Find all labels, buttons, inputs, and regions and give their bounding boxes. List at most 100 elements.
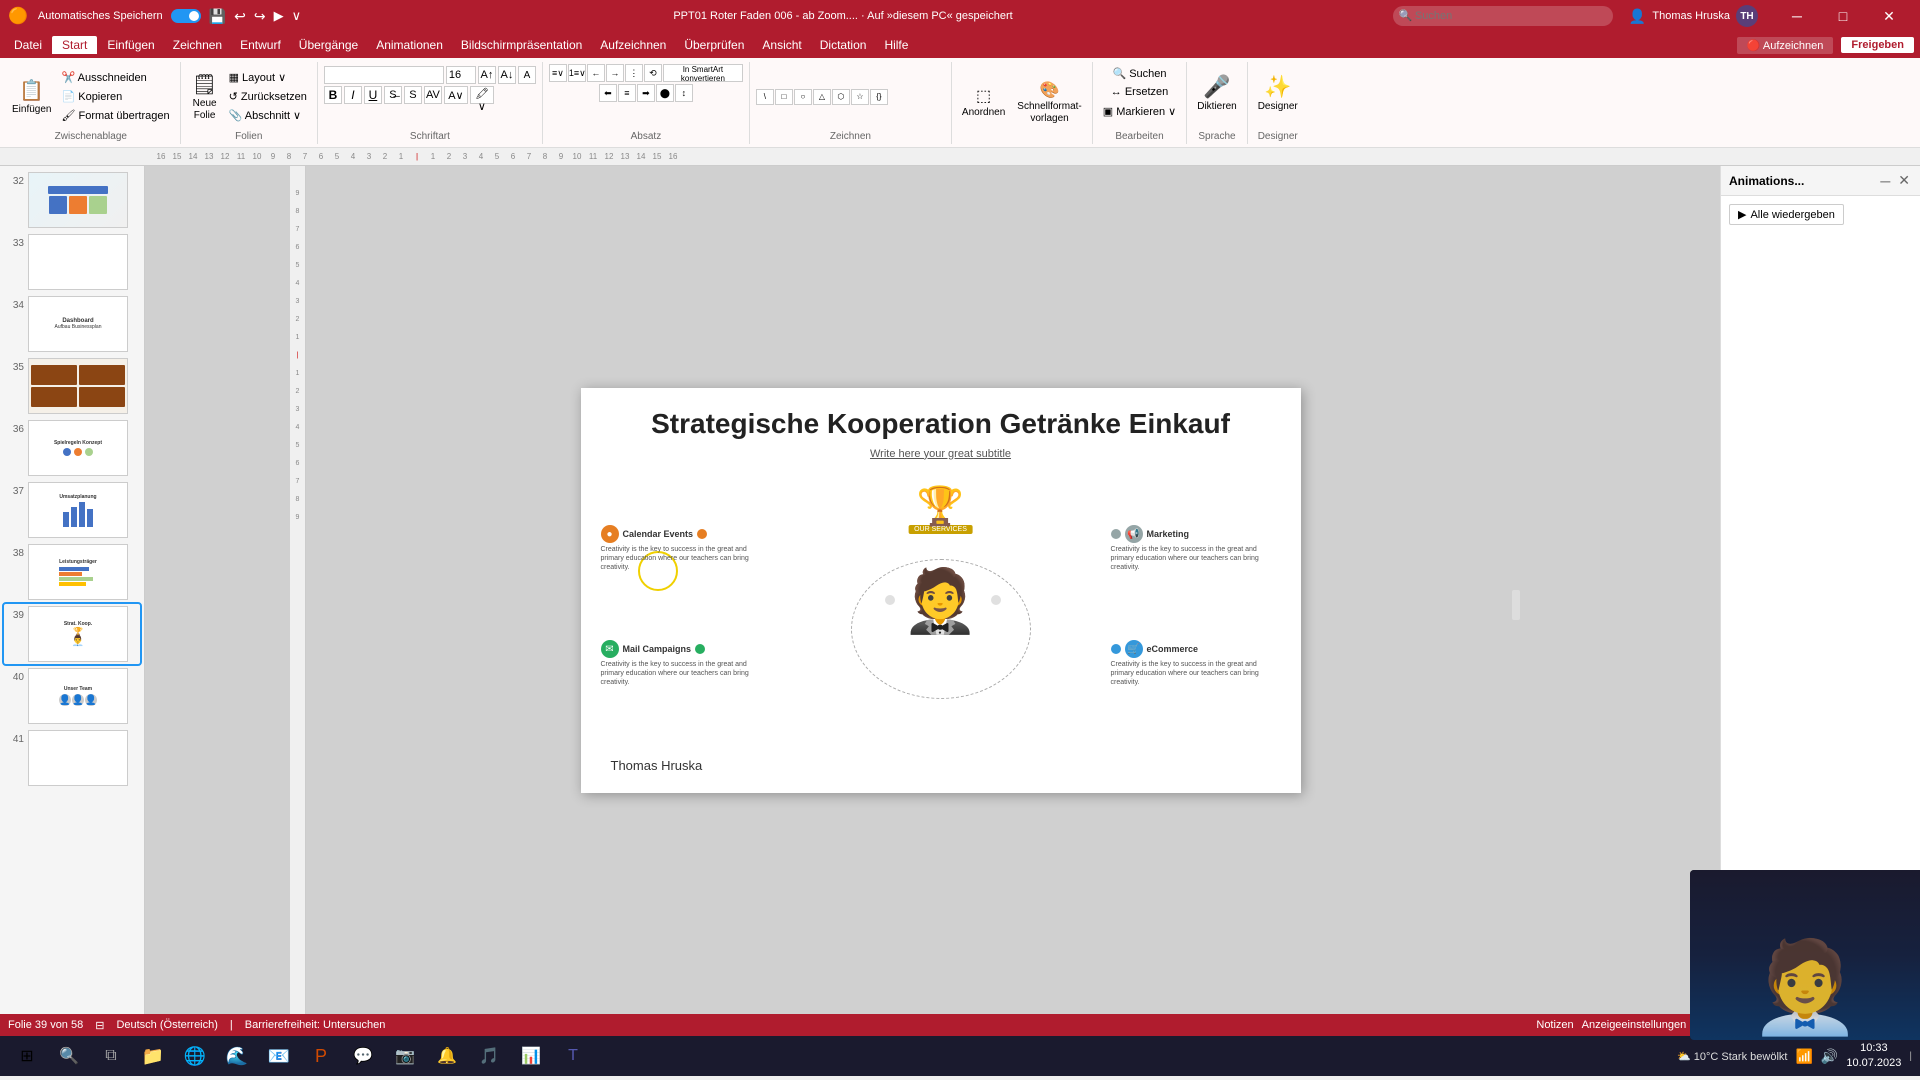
- taskbar-powerpoint[interactable]: P: [302, 1038, 340, 1074]
- italic-button[interactable]: I: [344, 86, 362, 104]
- paste-button[interactable]: 📋 Einfügen: [8, 68, 55, 126]
- reset-button[interactable]: ↺ Zurücksetzen: [225, 88, 311, 106]
- slide-thumb-36[interactable]: 36 Spielregeln Konzept: [4, 418, 140, 478]
- linesp-button[interactable]: ↕: [675, 84, 693, 102]
- close-button[interactable]: ✕: [1866, 0, 1912, 32]
- menu-uebergaenge[interactable]: Übergänge: [291, 36, 366, 54]
- menu-datei[interactable]: Datei: [6, 36, 50, 54]
- taskbar-app5[interactable]: 📊: [512, 1038, 550, 1074]
- align-center-button[interactable]: ≡: [618, 84, 636, 102]
- slide-thumb-32[interactable]: 32: [4, 170, 140, 230]
- slide-thumb-35[interactable]: 35: [4, 356, 140, 416]
- user-avatar[interactable]: TH: [1736, 5, 1758, 27]
- slide-thumb-39[interactable]: 39 Strat. Koop. 🏆 👨‍💼: [4, 604, 140, 664]
- font-size-input[interactable]: [446, 66, 476, 84]
- decrease-indent-button[interactable]: ←: [587, 64, 605, 82]
- arrange-button[interactable]: ⬚ Anordnen: [958, 73, 1009, 131]
- menu-start[interactable]: Start: [52, 36, 97, 54]
- save-icon[interactable]: 💾: [209, 8, 226, 25]
- shape-btn-1[interactable]: \: [756, 89, 774, 105]
- text-convert-button[interactable]: In SmartArt konvertieren: [663, 64, 743, 82]
- menu-ansicht[interactable]: Ansicht: [754, 36, 809, 54]
- shape-btn-4[interactable]: △: [813, 89, 831, 105]
- aufzeichnen-button[interactable]: 🔴 Aufzeichnen: [1737, 37, 1834, 54]
- cut-button[interactable]: ✂️ Ausschneiden: [57, 69, 173, 87]
- play-all-button[interactable]: ▶ Alle wiedergeben: [1729, 204, 1844, 225]
- format-copy-button[interactable]: 🖌 Format übertragen: [57, 107, 173, 125]
- slide-thumb-37[interactable]: 37 Umsatzplanung: [4, 480, 140, 540]
- slide-thumb-38[interactable]: 38 Leistungsträger: [4, 542, 140, 602]
- new-slide-button[interactable]: 🗒 Neue Folie: [187, 68, 223, 126]
- fontspacing-button[interactable]: AV: [424, 86, 442, 104]
- layout-button[interactable]: ▦ Layout ∨: [225, 69, 311, 87]
- increase-indent-button[interactable]: →: [606, 64, 624, 82]
- taskbar-edge[interactable]: 🌊: [218, 1038, 256, 1074]
- font-family-input[interactable]: [324, 66, 444, 84]
- copy-button[interactable]: 📄 Kopieren: [57, 88, 173, 106]
- scroll-indicator[interactable]: [1512, 590, 1520, 620]
- align-left-button[interactable]: ⬅: [599, 84, 617, 102]
- menu-einfuegen[interactable]: Einfügen: [99, 36, 162, 54]
- strikethrough-button[interactable]: S̶: [384, 86, 402, 104]
- section-button[interactable]: 📎 Abschnitt ∨: [225, 107, 311, 125]
- taskbar-teams[interactable]: T: [554, 1038, 592, 1074]
- more-icon[interactable]: ∨: [292, 8, 302, 24]
- panel-close-button[interactable]: ✕: [1896, 172, 1912, 189]
- select-button[interactable]: ▣ Markieren ∨: [1099, 102, 1180, 120]
- textshadow-button[interactable]: S: [404, 86, 422, 104]
- menu-aufzeichnen[interactable]: Aufzeichnen: [592, 36, 674, 54]
- menu-zeichnen[interactable]: Zeichnen: [165, 36, 230, 54]
- font-shrink-button[interactable]: A↓: [498, 66, 516, 84]
- taskbar-app4[interactable]: 🎵: [470, 1038, 508, 1074]
- taskbar-app1[interactable]: 💬: [344, 1038, 382, 1074]
- accessibility-text[interactable]: Barrierefreiheit: Untersuchen: [245, 1019, 386, 1031]
- slide-thumb-33[interactable]: 33: [4, 232, 140, 292]
- shape-btn-3[interactable]: ○: [794, 89, 812, 105]
- slide-thumb-40[interactable]: 40 Unser Team 👤 👤 👤: [4, 666, 140, 726]
- highlight-button[interactable]: 🖍∨: [470, 86, 494, 104]
- redo-icon[interactable]: ↪: [254, 8, 266, 25]
- columns-button[interactable]: ⋮: [625, 64, 643, 82]
- taskview-button[interactable]: ⧉: [92, 1038, 130, 1074]
- slide-subtitle[interactable]: Write here your great subtitle: [581, 448, 1301, 460]
- quickformat-button[interactable]: 🎨 Schnellformat- vorlagen: [1013, 73, 1085, 131]
- fontcolor-button[interactable]: A∨: [444, 86, 468, 104]
- replace-button[interactable]: ↔ Ersetzen: [1107, 83, 1172, 101]
- search-input[interactable]: [1393, 6, 1613, 26]
- bold-button[interactable]: B: [324, 86, 342, 104]
- taskbar-app3[interactable]: 🔔: [428, 1038, 466, 1074]
- shape-btn-5[interactable]: ⬡: [832, 89, 850, 105]
- dictation-button[interactable]: 🎤 Diktieren: [1193, 64, 1240, 122]
- bullet-list-button[interactable]: ≡∨: [549, 64, 567, 82]
- slide-structure-icon[interactable]: ⊟: [95, 1019, 104, 1032]
- numbered-list-button[interactable]: 1≡∨: [568, 64, 586, 82]
- menu-bildschirm[interactable]: Bildschirmpräsentation: [453, 36, 590, 54]
- notes-button[interactable]: Notizen: [1536, 1019, 1573, 1031]
- start-button[interactable]: ⊞: [8, 1038, 46, 1074]
- justify-button[interactable]: ⬤: [656, 84, 674, 102]
- volume-icon[interactable]: 🔊: [1821, 1048, 1838, 1065]
- network-icon[interactable]: 📶: [1795, 1048, 1812, 1065]
- taskbar-app2[interactable]: 📷: [386, 1038, 424, 1074]
- panel-minimize-button[interactable]: ─: [1878, 172, 1892, 189]
- undo-icon[interactable]: ↩: [234, 8, 246, 25]
- clear-format-button[interactable]: A: [518, 66, 536, 84]
- shape-btn-6[interactable]: ☆: [851, 89, 869, 105]
- align-right-button[interactable]: ➡: [637, 84, 655, 102]
- search-taskbar-button[interactable]: 🔍: [50, 1038, 88, 1074]
- menu-ueberpruefen[interactable]: Überprüfen: [676, 36, 752, 54]
- font-grow-button[interactable]: A↑: [478, 66, 496, 84]
- menu-animationen[interactable]: Animationen: [368, 36, 451, 54]
- slide-thumb-41[interactable]: 41: [4, 728, 140, 788]
- minimize-button[interactable]: ─: [1774, 0, 1820, 32]
- shape-btn-2[interactable]: □: [775, 89, 793, 105]
- slide-thumb-34[interactable]: 34 Dashboard Aufbau Businessplan: [4, 294, 140, 354]
- autosave-toggle[interactable]: [171, 9, 201, 23]
- menu-dictation[interactable]: Dictation: [812, 36, 875, 54]
- designer-button[interactable]: ✨ Designer: [1254, 64, 1302, 122]
- shape-btn-7[interactable]: {}: [870, 89, 888, 105]
- text-direction-button[interactable]: ⟲: [644, 64, 662, 82]
- taskbar-chrome[interactable]: 🌐: [176, 1038, 214, 1074]
- show-desktop-button[interactable]: |: [1909, 1051, 1912, 1062]
- maximize-button[interactable]: □: [1820, 0, 1866, 32]
